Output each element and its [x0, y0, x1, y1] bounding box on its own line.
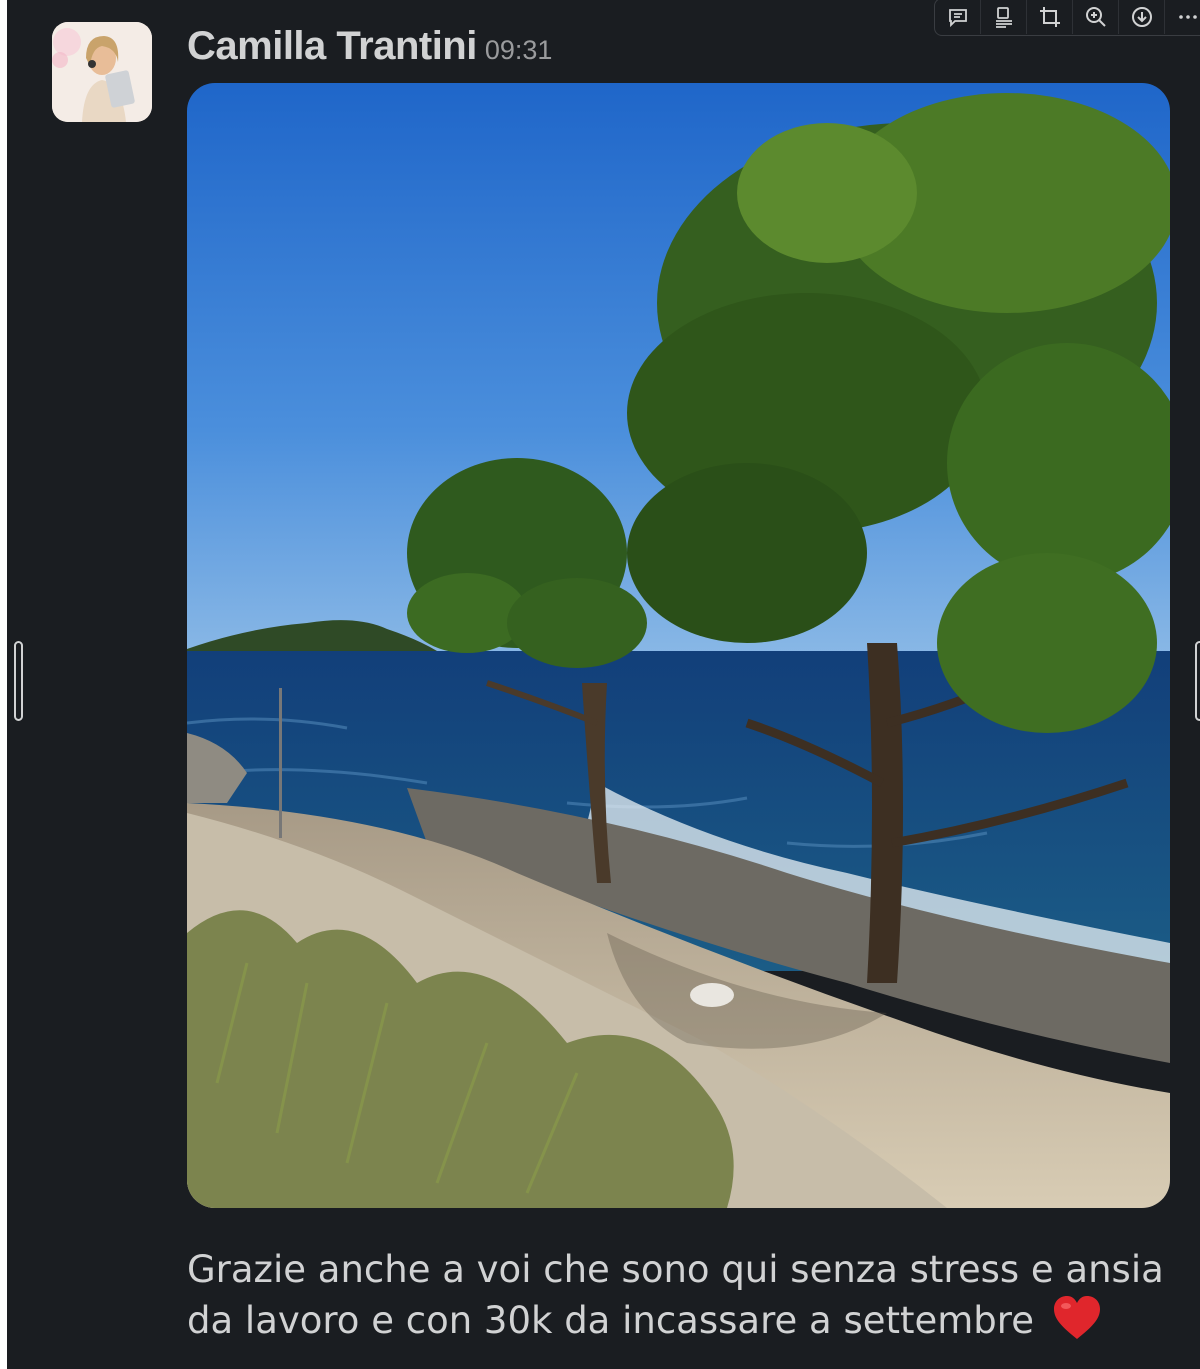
message-body: Grazie anche a voi che sono qui senza st… [187, 1244, 1177, 1354]
sender-name[interactable]: Camilla Trantini [187, 24, 477, 68]
download-icon[interactable] [1119, 0, 1165, 34]
zoom-in-icon[interactable] [1073, 0, 1119, 34]
avatar[interactable] [52, 22, 152, 122]
attached-photo[interactable] [187, 83, 1170, 1208]
more-icon[interactable] [1165, 0, 1200, 34]
crop-icon[interactable] [1027, 0, 1073, 34]
message-header: Camilla Trantini 09:31 [187, 24, 552, 69]
save-icon[interactable] [981, 0, 1027, 34]
comment-icon[interactable] [935, 0, 981, 34]
message-toolbar [934, 0, 1200, 36]
window-edge [0, 0, 7, 1369]
message-timestamp[interactable]: 09:31 [485, 35, 553, 65]
red-heart-icon [1052, 1295, 1102, 1354]
message-text: Grazie anche a voi che sono qui senza st… [187, 1248, 1164, 1342]
resize-handle-left[interactable] [14, 641, 23, 721]
resize-handle-right[interactable] [1195, 641, 1200, 721]
